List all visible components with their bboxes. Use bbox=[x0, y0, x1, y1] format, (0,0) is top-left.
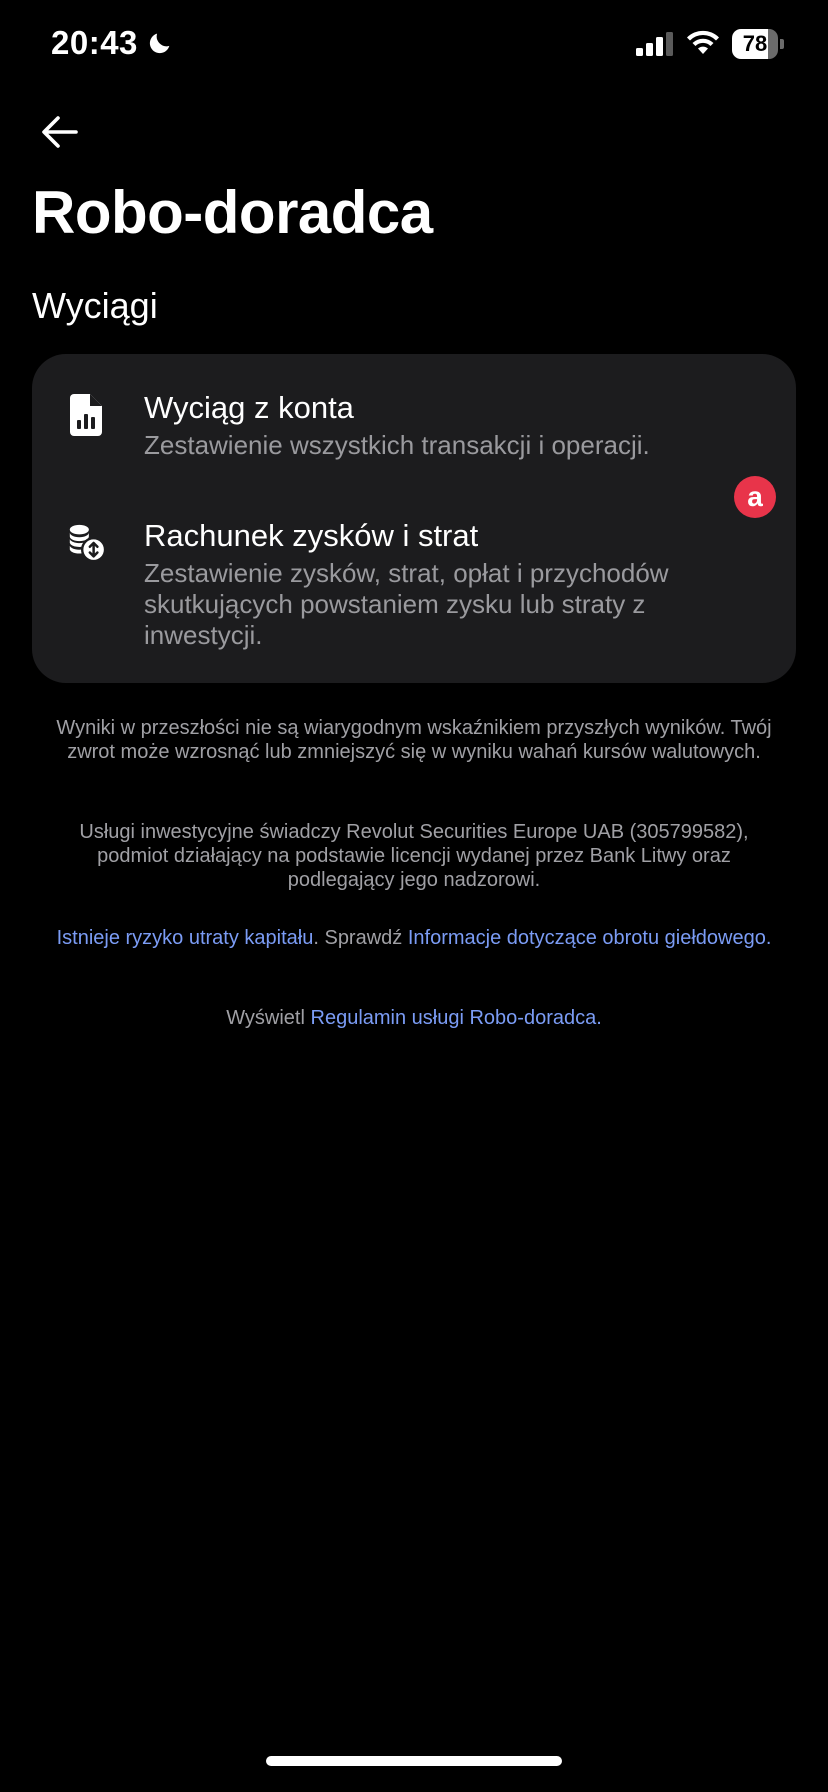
cellular-signal-icon bbox=[636, 32, 673, 56]
coins-exchange-icon bbox=[69, 524, 106, 563]
badge: a bbox=[734, 476, 776, 518]
clock-text: 20:43 bbox=[51, 24, 138, 61]
home-indicator[interactable] bbox=[266, 1756, 562, 1766]
arrow-left-icon bbox=[42, 116, 78, 148]
moon-icon bbox=[149, 33, 170, 54]
battery-indicator: 78 bbox=[732, 29, 784, 59]
battery-level: 78 bbox=[732, 29, 778, 59]
item-title: Rachunek zysków i strat bbox=[144, 518, 479, 553]
item-title: Wyciąg z konta bbox=[144, 390, 354, 425]
battery-cap bbox=[780, 39, 784, 49]
risk-disclaimer: Istnieje ryzyko utraty kapitału. Sprawdź… bbox=[44, 926, 784, 950]
statements-card: Wyciąg z konta Zestawienie wszystkich tr… bbox=[32, 354, 796, 683]
past-results-disclaimer: Wyniki w przeszłości nie są wiarygodnym … bbox=[56, 717, 772, 763]
trading-info-link[interactable]: Informacje dotyczące obrotu giełdowego bbox=[408, 927, 766, 949]
terms-prefix: Wyświetl bbox=[226, 1007, 311, 1029]
item-subtitle: Zestawienie zysków, strat, opłat i przyc… bbox=[144, 558, 669, 650]
status-time: 20:43 bbox=[51, 24, 174, 62]
back-button[interactable] bbox=[36, 110, 84, 154]
page-title: Robo-doradca bbox=[32, 179, 433, 246]
wifi-icon bbox=[687, 30, 719, 54]
terms-disclaimer: Wyświetl Regulamin usługi Robo-doradca. bbox=[44, 1006, 784, 1030]
profit-loss-statement-item[interactable]: Rachunek zysków i strat Zestawienie zysk… bbox=[32, 512, 796, 662]
capital-risk-link[interactable]: Istnieje ryzyko utraty kapitału bbox=[57, 927, 314, 949]
item-subtitle: Zestawienie wszystkich transakcji i oper… bbox=[144, 430, 650, 460]
risk-mid-text: . Sprawdź bbox=[313, 927, 408, 949]
services-disclaimer: Usługi inwestycyjne świadczy Revolut Sec… bbox=[79, 821, 749, 891]
document-chart-icon bbox=[70, 394, 102, 436]
account-statement-item[interactable]: Wyciąg z konta Zestawienie wszystkich tr… bbox=[32, 384, 796, 484]
section-title: Wyciągi bbox=[32, 285, 158, 326]
trading-info-end: . bbox=[765, 927, 772, 949]
status-bar: 20:43 78 bbox=[0, 0, 828, 90]
terms-link[interactable]: Regulamin usługi Robo-doradca. bbox=[311, 1007, 602, 1029]
